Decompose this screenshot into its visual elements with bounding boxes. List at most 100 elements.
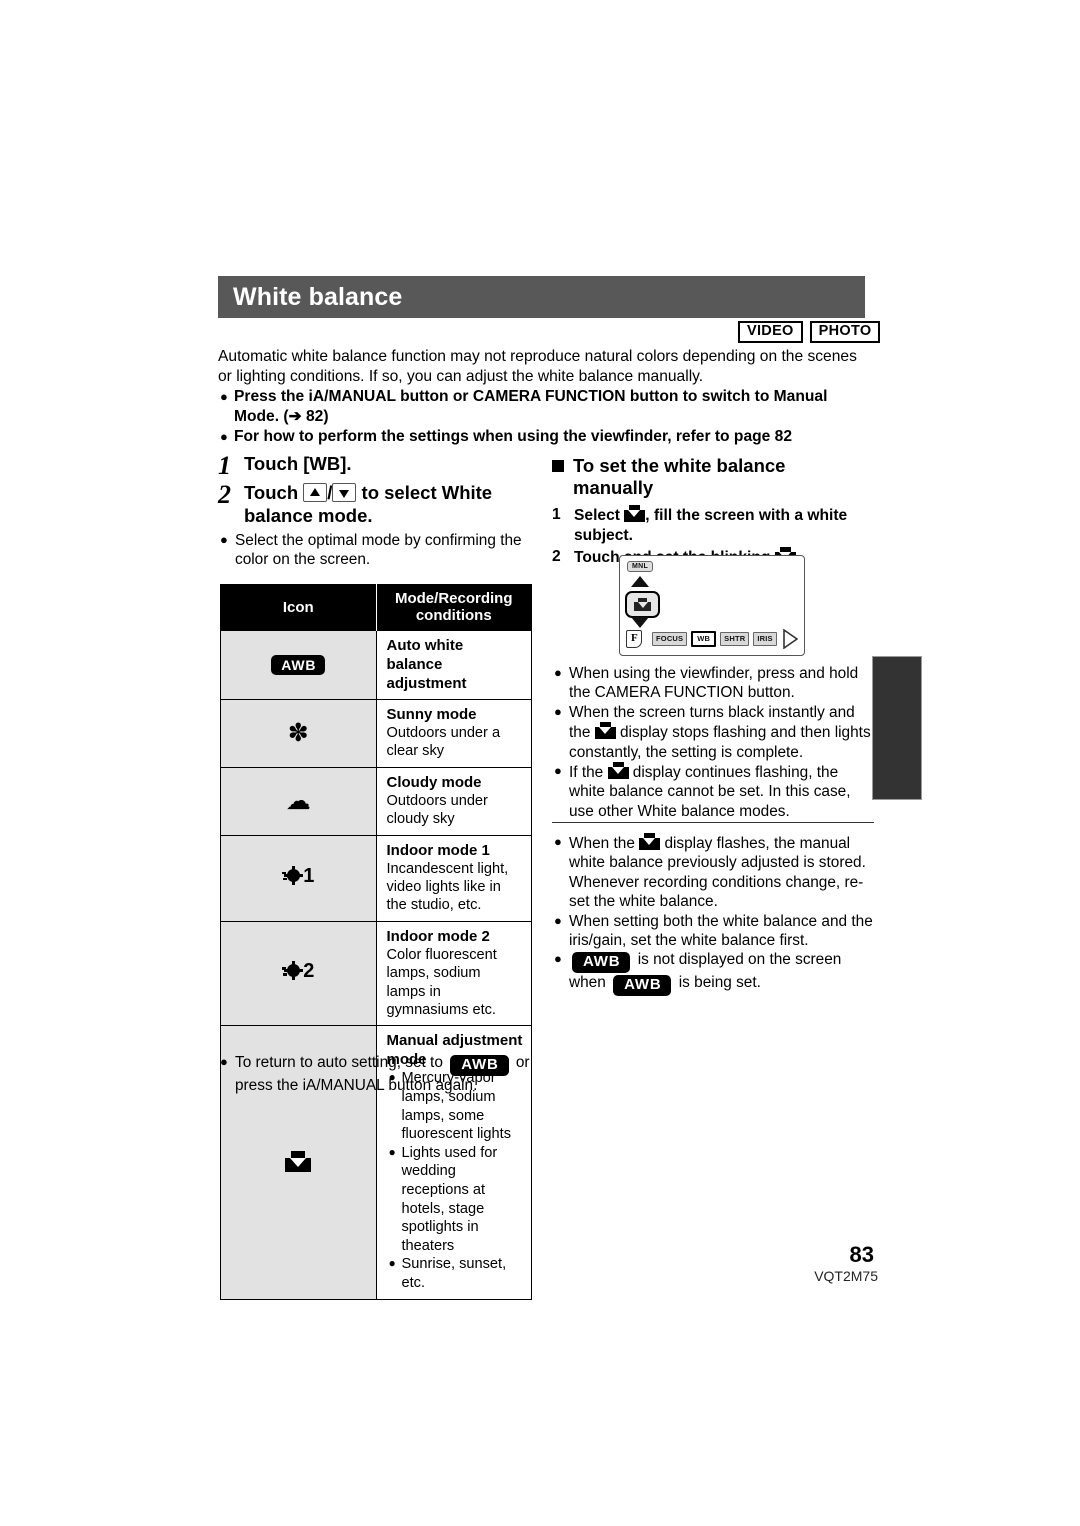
desc-cell: Cloudy mode Outdoors under cloudy sky [376, 766, 532, 836]
list-item-text: Lights used for wedding receptions at ho… [401, 1144, 498, 1254]
step-2-text: Touch / to select White balance mode. [244, 481, 538, 527]
left-column: 1 Touch [WB]. 2 Touch / to select White … [218, 452, 538, 570]
manual-step-1: 1 Select , fill the screen with a white … [552, 505, 870, 545]
bullet-dot-icon: ● [554, 665, 562, 680]
square-bullet-icon [552, 460, 564, 472]
icon-cell: 2 [220, 920, 377, 1026]
step-1-number: 1 [218, 451, 231, 480]
step-1: 1 Touch [WB]. [218, 452, 538, 479]
arrow-up-icon [303, 483, 328, 502]
table-footnote-a: To return to auto setting, set to [235, 1054, 443, 1071]
note-item: ● When the screen turns black instantly … [552, 703, 874, 762]
table-header-icon: Icon [220, 584, 377, 631]
icon-cell: 1 [220, 834, 377, 922]
awb-icon: AWB [450, 1055, 509, 1076]
manual-wb-icon [607, 762, 629, 780]
desc-cell: Auto white balance adjustment [376, 630, 532, 700]
intro-paragraph: Automatic white balance function may not… [218, 348, 857, 385]
note-text: When using the viewfinder, press and hol… [569, 665, 859, 702]
icon-cell: ☁ [220, 766, 377, 836]
bullet-dot-icon: ● [220, 389, 228, 405]
mode-title: Cloudy mode [386, 773, 482, 791]
note-item: ● When the display flashes, the manual w… [552, 833, 874, 912]
bullet-dot-icon: ● [220, 1054, 228, 1069]
note-item: ● When setting both the white balance an… [552, 912, 874, 951]
desc-cell: Sunny mode Outdoors under a clear sky [376, 699, 532, 768]
manual-wb-icon [594, 722, 616, 740]
media-type-badges: VIDEO PHOTO [738, 321, 881, 343]
manual-wb-icon [285, 1150, 312, 1173]
table-row: ☁ Cloudy mode Outdoors under cloudy sky [220, 766, 532, 836]
mode-table: Icon Mode/Recording conditions AWB Auto … [220, 584, 532, 1300]
awb-icon: AWB [613, 975, 672, 997]
intro-bullet-1-text: Press the iA/MANUAL button or CAMERA FUN… [234, 388, 828, 425]
next-page-arrow-icon[interactable] [783, 629, 798, 649]
section-heading-text: To set the white balance manually [573, 455, 786, 498]
lcd-button-shtr[interactable]: SHTR [720, 631, 750, 647]
note-item: ● If the display continues flashing, the… [552, 762, 874, 821]
lamp-glyph-icon [282, 865, 304, 887]
manual-wb-icon [639, 833, 661, 851]
desc-cell: Indoor mode 2 Color fluorescent lamps, s… [376, 920, 532, 1026]
bullet-dot-icon: ● [388, 1144, 396, 1159]
mode-title: Auto white balance adjustment [386, 637, 467, 692]
lcd-selected-wb-icon[interactable] [625, 591, 660, 618]
section-heading: To set the white balance manually [552, 455, 870, 499]
manual-page: White balance VIDEO PHOTO Automatic whit… [0, 0, 1080, 1526]
badge-photo: PHOTO [809, 321, 881, 343]
bullet-dot-icon: ● [554, 763, 562, 779]
lcd-button-wb[interactable]: WB [691, 631, 717, 647]
mnl-mode-badge: MNL [627, 561, 654, 572]
page-title-bar: White balance [218, 276, 865, 318]
right-column: To set the white balance manually 1 Sele… [552, 455, 870, 570]
table-header-row: Icon Mode/Recording conditions [220, 584, 532, 631]
intro-bullet-2: ● For how to perform the settings when u… [218, 427, 866, 447]
bullet-dot-icon: ● [554, 912, 562, 928]
step-1-text: Touch [WB]. [244, 453, 352, 474]
indoor2-icon: 2 [282, 960, 314, 982]
awb-note-b: is being set. [678, 974, 761, 992]
awb-icon: AWB [572, 952, 631, 974]
indoor-mode-number: 1 [303, 864, 315, 887]
mode-desc: Outdoors under a clear sky [386, 725, 501, 760]
bullet-dot-icon: ● [220, 429, 228, 445]
manual-step-1-number: 1 [552, 506, 561, 523]
bullet-dot-icon: ● [220, 532, 228, 547]
lcd-screen-illustration: MNL F FOCUS WB SHTR IRIS [619, 555, 805, 656]
step-2-number: 2 [218, 480, 231, 509]
list-item: ● Lights used for wedding receptions at … [387, 1144, 524, 1256]
mode-title: Sunny mode [386, 706, 477, 723]
page-title: White balance [233, 282, 403, 311]
mode-desc: Color fluorescent lamps, sodium lamps in… [386, 946, 497, 1019]
step-2-text-before: Touch [244, 482, 299, 503]
lcd-button-focus[interactable]: FOCUS [652, 631, 688, 647]
intro-bullet-1: ● Press the iA/MANUAL button or CAMERA F… [218, 387, 866, 426]
lcd-button-row: F FOCUS WB SHTR IRIS [626, 629, 798, 649]
manual-step-1-text: Select , fill the screen with a white su… [574, 505, 870, 545]
mode-desc: Outdoors under cloudy sky [386, 792, 488, 828]
indoor1-icon: 1 [282, 865, 314, 887]
note-text-a: If the [569, 764, 604, 782]
step-2-note: ● Select the optimal mode by confirming … [218, 531, 538, 570]
mode-title: Indoor mode 2 [386, 927, 490, 945]
mode-desc: Incandescent light, video lights like in… [386, 860, 509, 914]
right-notes-top: ● When using the viewfinder, press and h… [552, 664, 874, 821]
table-header-mode: Mode/Recording conditions [376, 584, 532, 631]
manual-wb-icon [624, 505, 646, 523]
lcd-button-iris[interactable]: IRIS [753, 631, 777, 647]
table-row: 1 Indoor mode 1 Incandescent light, vide… [220, 834, 532, 922]
icon-cell: AWB [220, 630, 377, 700]
lcd-arrow-down-icon[interactable] [631, 617, 649, 628]
intro-block: Automatic white balance function may not… [218, 347, 866, 447]
lcd-arrow-up-icon[interactable] [631, 576, 649, 587]
step-2: 2 Touch / to select White balance mode. [218, 481, 538, 527]
note-text-a: When the [569, 835, 635, 852]
badge-video: VIDEO [738, 321, 803, 343]
table-row: ✽ Sunny mode Outdoors under a clear sky [220, 699, 532, 768]
function-page-icon[interactable]: F [626, 629, 648, 649]
lamp-glyph-icon [282, 960, 304, 982]
note-item-awb: ● AWB is not displayed on the screen whe… [552, 950, 874, 997]
icon-cell: ✽ [220, 699, 377, 768]
sun-icon: ✽ [287, 718, 309, 748]
note-item: ● When using the viewfinder, press and h… [552, 664, 874, 703]
